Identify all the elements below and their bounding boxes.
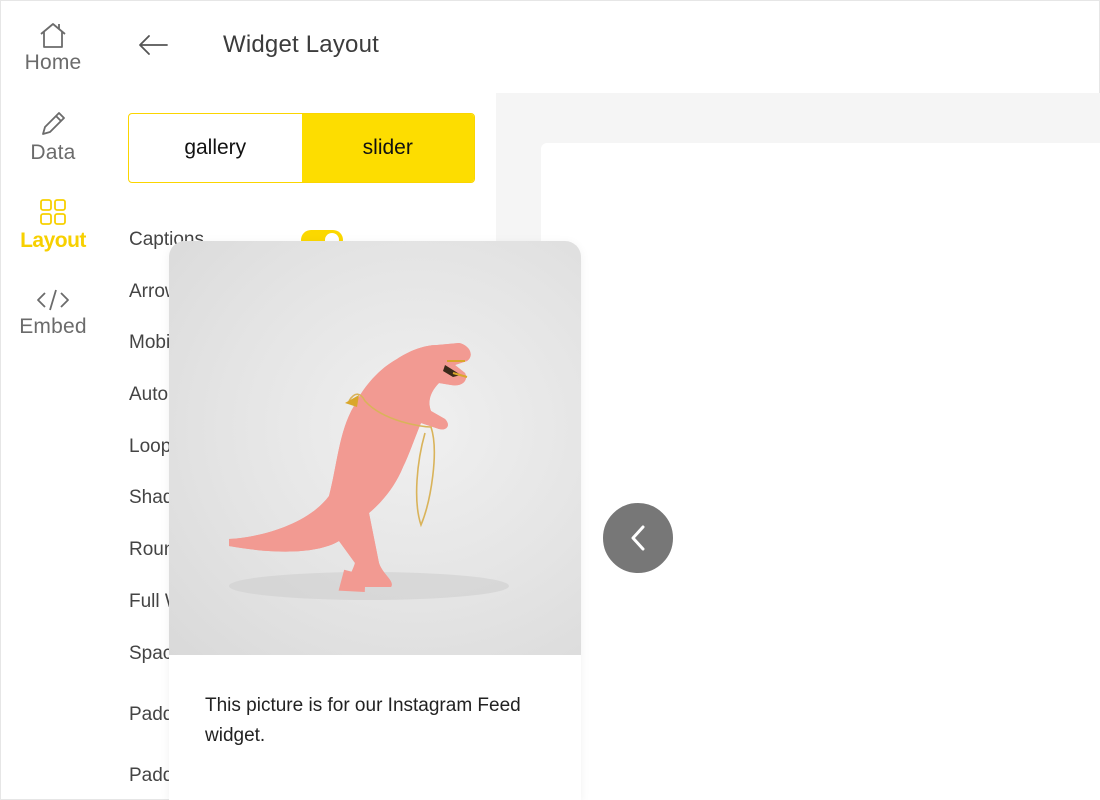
home-icon <box>40 23 66 48</box>
app-frame: Home Data Layout Embed Widget Layout gal… <box>0 0 1100 800</box>
slide-card[interactable]: This picture is for our Instagram Feed w… <box>169 241 581 800</box>
layout-type-switch: gallery slider <box>128 113 475 183</box>
nav-item-layout[interactable]: Layout <box>1 197 105 267</box>
page-title: Widget Layout <box>223 31 380 58</box>
preview-canvas <box>541 143 1100 800</box>
arrow-left-icon <box>139 35 168 55</box>
layout-option-gallery[interactable]: gallery <box>129 114 302 182</box>
layout-option-slider[interactable]: slider <box>301 114 474 182</box>
widget-preview <box>496 93 1100 800</box>
grid-icon <box>40 199 66 225</box>
nav-label-home: Home <box>24 51 82 74</box>
slide-caption: This picture is for our Instagram Feed w… <box>205 695 521 746</box>
slider-prev-arrow[interactable] <box>601 501 675 575</box>
pencil-icon <box>42 112 65 135</box>
nav-label-embed: Embed <box>19 315 87 338</box>
back-button[interactable] <box>137 31 171 59</box>
chevron-left-icon <box>631 525 645 551</box>
nav-label-layout: Layout <box>20 229 86 252</box>
nav-item-data[interactable]: Data <box>1 109 105 179</box>
code-icon <box>37 289 69 311</box>
side-nav: Home Data Layout Embed <box>1 1 105 800</box>
nav-item-home[interactable]: Home <box>1 21 105 91</box>
dinosaur-figurine-image <box>229 343 509 600</box>
slide-photo <box>169 241 581 655</box>
nav-label-data: Data <box>30 141 76 164</box>
nav-item-embed[interactable]: Embed <box>1 287 105 357</box>
